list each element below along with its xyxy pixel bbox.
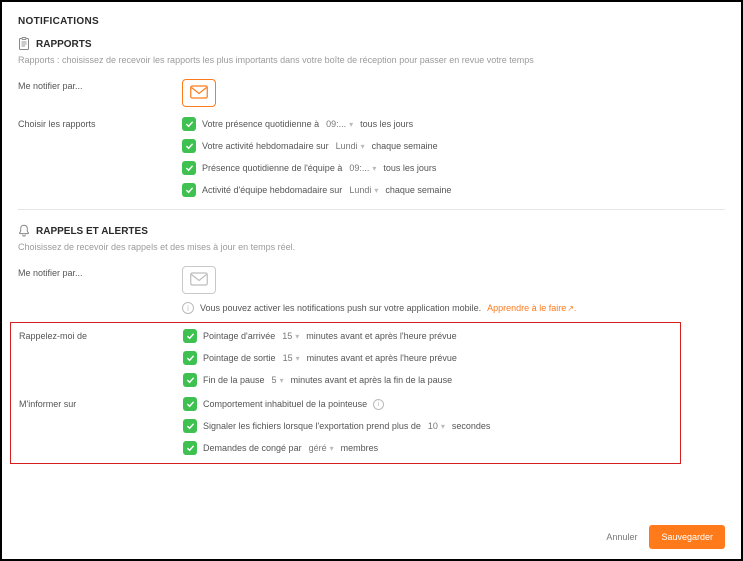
- reports-desc: Rapports : choisissez de recevoir les ra…: [18, 55, 725, 65]
- item-post-text: minutes avant et après l'heure prévue: [307, 353, 457, 363]
- mail-icon: [190, 272, 208, 289]
- item-pre-text: Activité d'équipe hebdomadaire sur: [202, 185, 342, 195]
- alerts-title: RAPPELS ET ALERTES: [36, 226, 148, 237]
- item-post-text: tous les jours: [383, 163, 436, 173]
- chevron-down-icon: ▾: [441, 422, 445, 431]
- item-post-text: tous les jours: [360, 119, 413, 129]
- chevron-down-icon: ▾: [372, 164, 376, 173]
- day-select[interactable]: Lundi▾: [348, 185, 379, 195]
- push-info: i Vous pouvez activer les notifications …: [182, 302, 725, 314]
- report-item: Présence quotidienne de l'équipe à 09:..…: [182, 161, 725, 175]
- remind-item: Fin de la pause 5▾ minutes avant et aprè…: [183, 373, 672, 387]
- time-select[interactable]: 09:...▾: [348, 163, 377, 173]
- checkbox[interactable]: [182, 117, 196, 131]
- checkbox[interactable]: [183, 351, 197, 365]
- remind-me-label: Rappelez-moi de: [19, 329, 183, 387]
- time-select[interactable]: 09:...▾: [325, 119, 354, 129]
- inform-item: Demandes de congé par géré▾ membres: [183, 441, 672, 455]
- item-post-text: secondes: [452, 421, 491, 431]
- save-button[interactable]: Sauvegarder: [649, 525, 725, 549]
- minutes-select[interactable]: 15▾: [282, 353, 301, 363]
- mail-icon: [190, 85, 208, 102]
- divider: [18, 209, 725, 210]
- inform-item: Signaler les fichiers lorsque l'exportat…: [183, 419, 672, 433]
- cancel-button[interactable]: Annuler: [606, 532, 637, 542]
- item-pre-text: Fin de la pause: [203, 375, 265, 385]
- day-select[interactable]: Lundi▾: [335, 141, 366, 151]
- checkbox[interactable]: [183, 419, 197, 433]
- push-note-text: Vous pouvez activer les notifications pu…: [200, 303, 481, 313]
- item-post-text: minutes avant et après l'heure prévue: [306, 331, 456, 341]
- external-link-icon: ↗: [567, 304, 574, 313]
- footer-actions: Annuler Sauvegarder: [606, 525, 725, 549]
- inform-list: Comportement inhabituel de la pointeuse …: [183, 397, 672, 455]
- item-post-text: chaque semaine: [385, 185, 451, 195]
- reports-header: RAPPORTS: [18, 37, 725, 51]
- checkbox[interactable]: [182, 161, 196, 175]
- report-item: Votre présence quotidienne à 09:...▾ tou…: [182, 117, 725, 131]
- page-title: NOTIFICATIONS: [18, 16, 725, 27]
- chevron-down-icon: ▾: [280, 376, 284, 385]
- notify-email-button[interactable]: [182, 266, 216, 294]
- item-pre-text: Pointage de sortie: [203, 353, 276, 363]
- push-learn-link[interactable]: Apprendre à le faire: [487, 303, 566, 313]
- alerts-desc: Choisissez de recevoir des rappels et de…: [18, 242, 725, 252]
- chevron-down-icon: ▾: [361, 142, 365, 151]
- minutes-select[interactable]: 15▾: [281, 331, 300, 341]
- item-post-text: minutes avant et après la fin de la paus…: [291, 375, 453, 385]
- chevron-down-icon: ▾: [374, 186, 378, 195]
- report-item: Activité d'équipe hebdomadaire sur Lundi…: [182, 183, 725, 197]
- chevron-down-icon: ▾: [330, 444, 334, 453]
- checkbox[interactable]: [182, 139, 196, 153]
- reports-title: RAPPORTS: [36, 39, 92, 50]
- item-pre-text: Votre présence quotidienne à: [202, 119, 319, 129]
- item-text: Comportement inhabituel de la pointeuse: [203, 399, 367, 409]
- checkbox[interactable]: [183, 373, 197, 387]
- item-pre-text: Demandes de congé par: [203, 443, 302, 453]
- choose-reports-label: Choisir les rapports: [18, 117, 182, 197]
- notify-by-label: Me notifier par...: [18, 79, 182, 107]
- bell-icon: [18, 224, 30, 238]
- inform-me-label: M'informer sur: [19, 397, 183, 455]
- minutes-select[interactable]: 5▾: [271, 375, 285, 385]
- seconds-select[interactable]: 10▾: [427, 421, 446, 431]
- item-pre-text: Présence quotidienne de l'équipe à: [202, 163, 342, 173]
- checkbox[interactable]: [183, 397, 197, 411]
- inform-item: Comportement inhabituel de la pointeuse …: [183, 397, 672, 411]
- item-post-text: membres: [341, 443, 379, 453]
- reports-list: Votre présence quotidienne à 09:...▾ tou…: [182, 117, 725, 197]
- item-post-text: chaque semaine: [372, 141, 438, 151]
- report-item: Votre activité hebdomadaire sur Lundi▾ c…: [182, 139, 725, 153]
- info-icon: i: [182, 302, 194, 314]
- item-pre-text: Votre activité hebdomadaire sur: [202, 141, 329, 151]
- notify-by-label: Me notifier par...: [18, 266, 182, 314]
- checkbox[interactable]: [183, 441, 197, 455]
- info-icon[interactable]: i: [373, 399, 384, 410]
- chevron-down-icon: ▾: [349, 120, 353, 129]
- alerts-header: RAPPELS ET ALERTES: [18, 224, 725, 238]
- clipboard-icon: [18, 37, 30, 51]
- checkbox[interactable]: [182, 183, 196, 197]
- chevron-down-icon: ▾: [295, 332, 299, 341]
- scope-select[interactable]: géré▾: [308, 443, 335, 453]
- remind-item: Pointage de sortie 15▾ minutes avant et …: [183, 351, 672, 365]
- chevron-down-icon: ▾: [296, 354, 300, 363]
- item-pre-text: Signaler les fichiers lorsque l'exportat…: [203, 421, 421, 431]
- highlight-box: Rappelez-moi de Pointage d'arrivée 15▾ m…: [10, 322, 681, 464]
- checkbox[interactable]: [183, 329, 197, 343]
- notify-email-button[interactable]: [182, 79, 216, 107]
- reminders-list: Pointage d'arrivée 15▾ minutes avant et …: [183, 329, 672, 387]
- item-pre-text: Pointage d'arrivée: [203, 331, 275, 341]
- remind-item: Pointage d'arrivée 15▾ minutes avant et …: [183, 329, 672, 343]
